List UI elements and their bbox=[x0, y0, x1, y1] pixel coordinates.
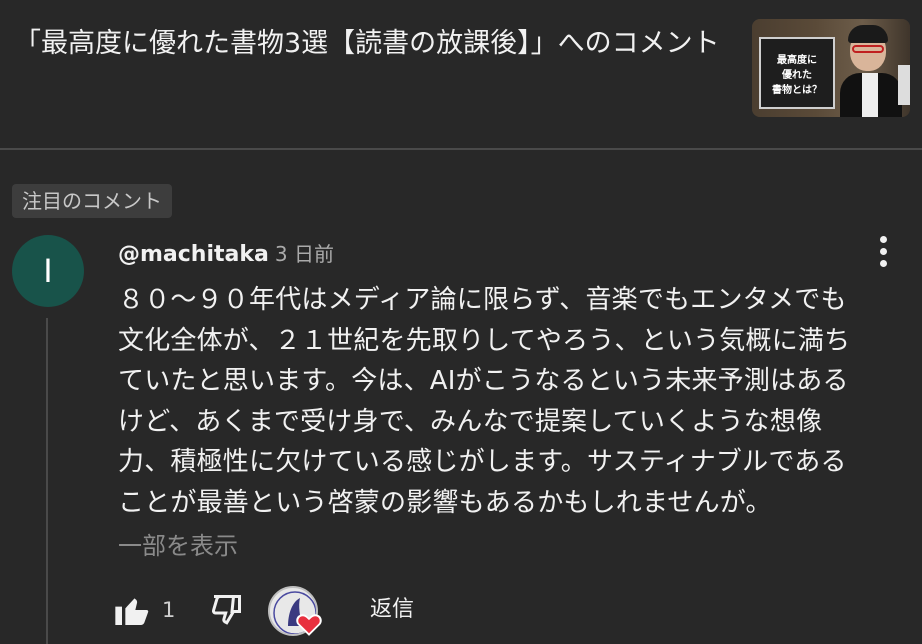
commenter-avatar[interactable]: I bbox=[12, 235, 84, 307]
comment-line: ていたと思います。今は、AIがこうなるという未来予測はある bbox=[118, 366, 849, 396]
thumbnail-sign bbox=[898, 65, 910, 105]
thumbnail-caption: 最高度に 優れた 書物とは？ bbox=[759, 37, 835, 109]
comment-text: ８０〜９０年代はメディア論に限らず、音楽でもエンタメでも 文化全体が、２１世紀を… bbox=[118, 280, 908, 523]
creator-heart-badge bbox=[268, 582, 324, 638]
reply-button[interactable]: 返信 bbox=[370, 592, 414, 628]
comment-line: 文化全体が、２１世紀を先取りしてやろう、という気概に満ち bbox=[118, 325, 851, 356]
comment-actions: 1 返信 bbox=[0, 580, 922, 644]
like-count: 1 bbox=[162, 598, 176, 622]
more-options-button[interactable] bbox=[868, 232, 900, 272]
comment-time: 3 日前 bbox=[274, 242, 334, 266]
comment-meta: @machitaka 3 日前 bbox=[118, 238, 334, 270]
comments-header: 「最高度に優れた書物3選【読書の放課後】」へのコメント 最高度に 優れた 書物と… bbox=[0, 0, 922, 150]
comment-line: ８０〜９０年代はメディア論に限らず、音楽でもエンタメでも bbox=[118, 285, 847, 315]
video-thumbnail[interactable]: 最高度に 優れた 書物とは？ bbox=[752, 19, 910, 117]
like-button[interactable] bbox=[112, 590, 152, 630]
comment-author[interactable]: @machitaka bbox=[118, 242, 269, 267]
thumbs-down-icon bbox=[211, 595, 241, 625]
thumbnail-caption-line: 最高度に bbox=[777, 55, 817, 66]
comment-line: ことが最善という啓蒙の影響もあるかもしれませんが。 bbox=[118, 487, 772, 518]
comment-line: けど、あくまで受け身で、みんなで提案していくような想像 bbox=[118, 406, 823, 437]
dislike-button[interactable] bbox=[208, 592, 248, 632]
show-less-link[interactable]: 一部を表示 bbox=[118, 528, 238, 564]
heart-icon bbox=[296, 614, 322, 636]
pinned-comment-label: 注目のコメント bbox=[12, 184, 172, 218]
thumbnail-caption-line: 優れた bbox=[782, 70, 812, 81]
video-title: 「最高度に優れた書物3選【読書の放課後】」へのコメント bbox=[14, 28, 720, 59]
more-options-icon bbox=[880, 236, 887, 243]
comment-line: 力、積極性に欠けている感じがします。サスティナブルである bbox=[118, 447, 847, 477]
thumbs-up-icon bbox=[115, 598, 149, 625]
thumbnail-caption-line: 書物とは？ bbox=[772, 85, 822, 96]
thumbnail-person bbox=[840, 25, 902, 117]
